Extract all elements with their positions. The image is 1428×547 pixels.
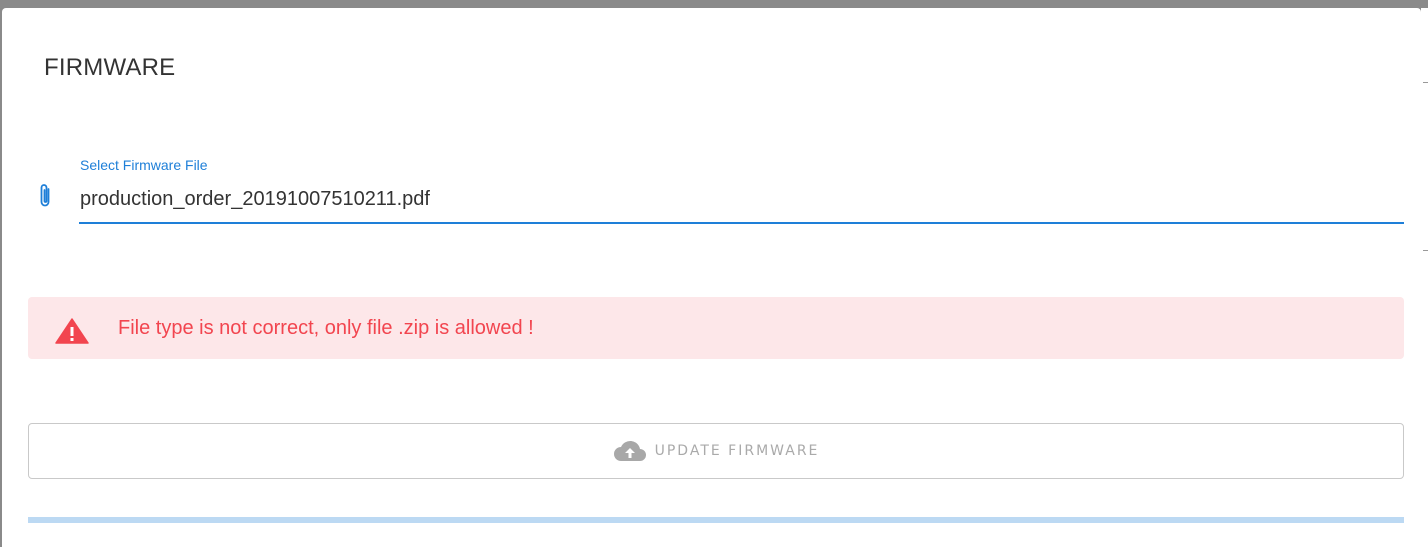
upload-progress-bar [28,517,1404,523]
update-firmware-label: UPDATE FIRMWARE [654,443,820,459]
warning-triangle-icon [55,318,89,344]
firmware-dialog: FIRMWARE Select Firmware File production… [2,8,1421,547]
background-divider [1423,250,1428,251]
error-message: File type is not correct, only file .zip… [118,317,534,339]
background-page-edge [1421,8,1428,547]
file-field-underline [79,222,1404,224]
paperclip-icon[interactable] [36,182,54,210]
firmware-file-field[interactable]: Select Firmware File production_order_20… [30,152,1404,228]
cloud-upload-icon [613,440,646,461]
update-firmware-button[interactable]: UPDATE FIRMWARE [28,423,1404,479]
file-field-label: Select Firmware File [80,157,208,173]
file-type-error-alert: File type is not correct, only file .zip… [28,297,1404,359]
background-divider [1423,82,1428,83]
dialog-title: FIRMWARE [44,54,176,81]
selected-file-name[interactable]: production_order_20191007510211.pdf [80,186,430,212]
